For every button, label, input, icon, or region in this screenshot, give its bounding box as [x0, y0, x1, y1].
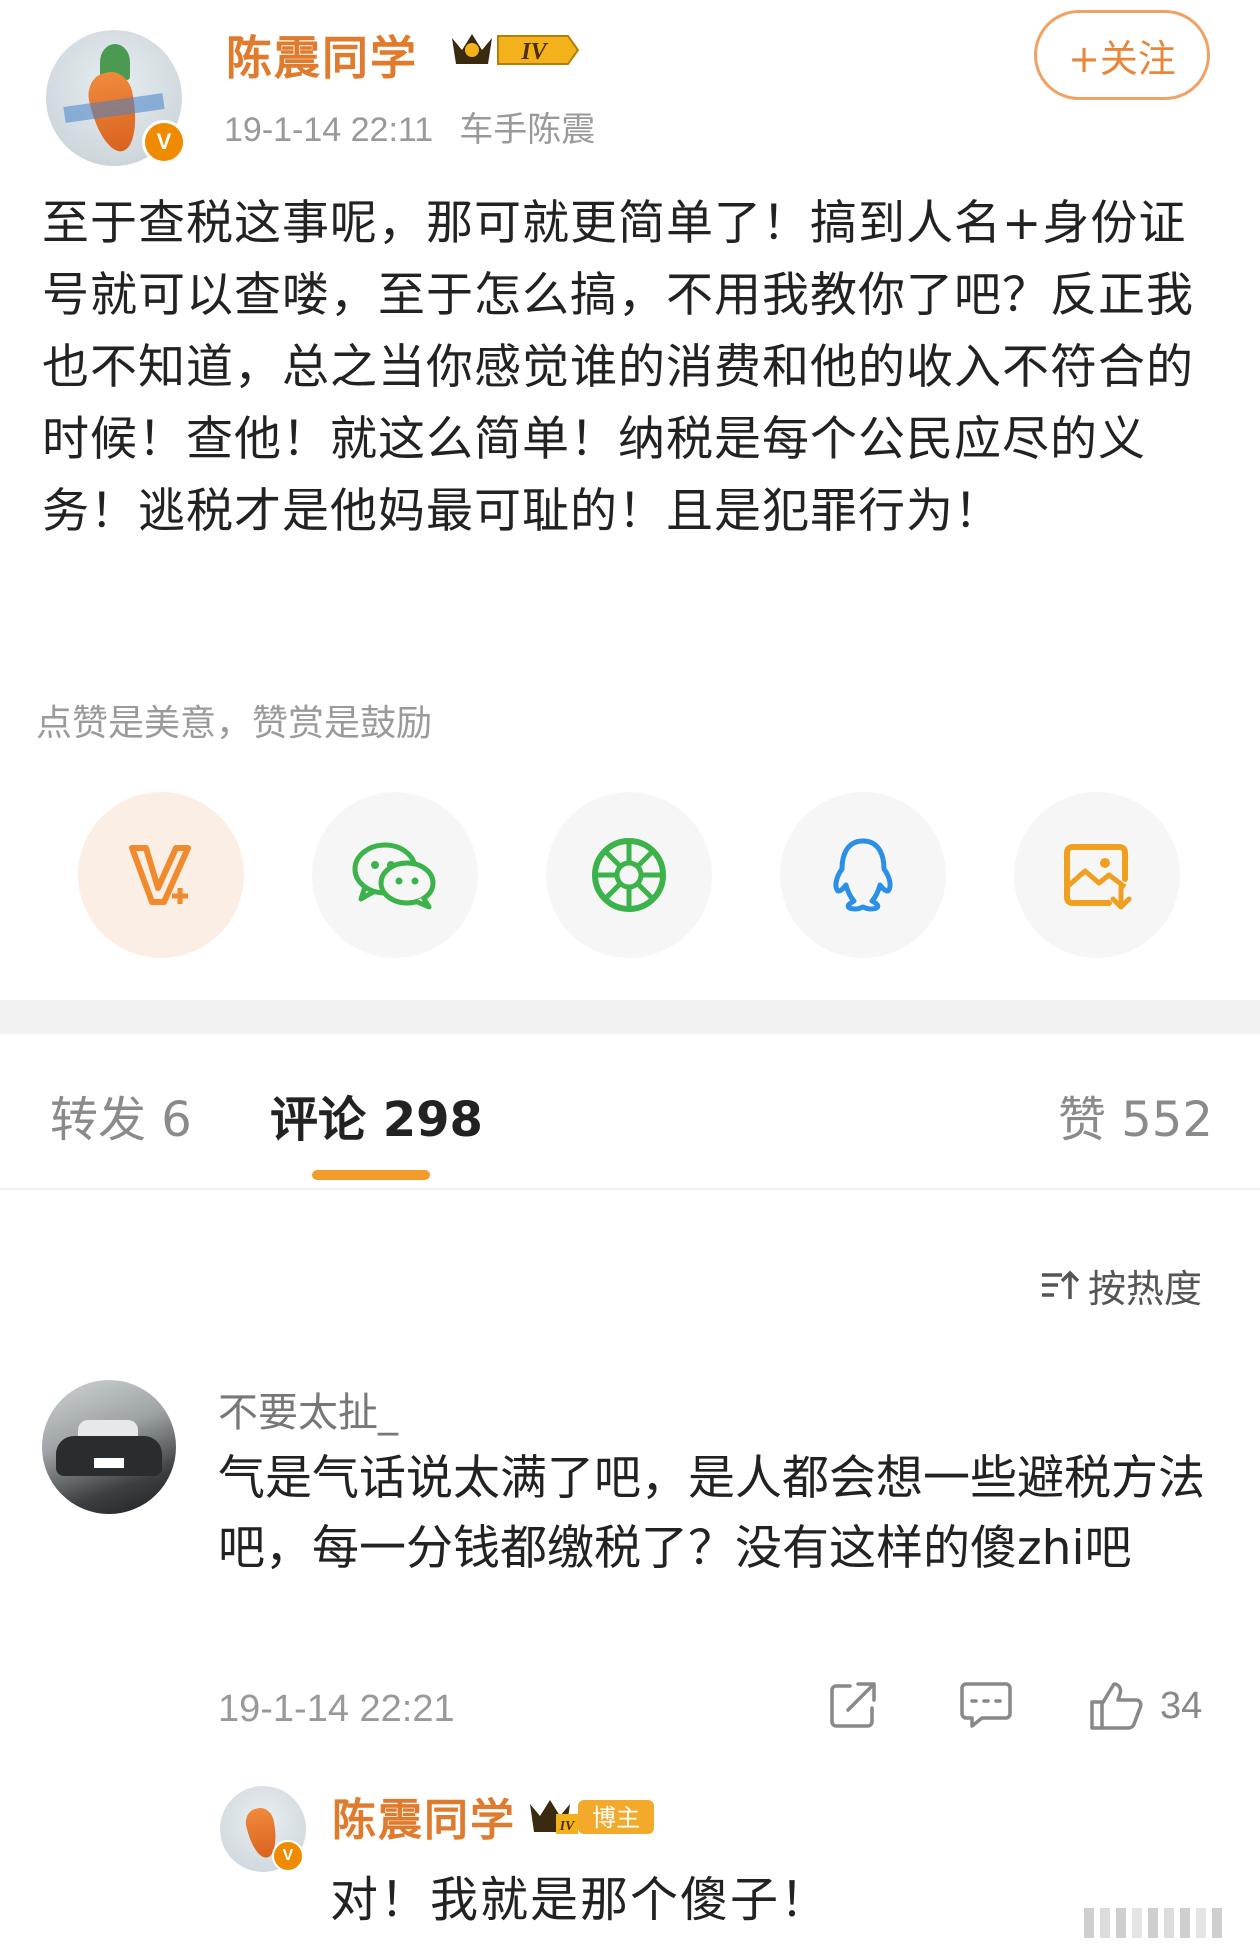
moments-icon: [592, 838, 666, 912]
share-out-icon: [830, 1682, 876, 1728]
level-text: IV: [520, 39, 548, 65]
avatar-car: [56, 1436, 162, 1476]
level-crown-badge: IV: [452, 34, 580, 65]
blogger-badge: IV 博主: [530, 1800, 654, 1834]
follow-button[interactable]: +关注: [1034, 10, 1210, 100]
watermark-graphic: [1084, 1908, 1222, 1938]
share-wechat-button[interactable]: [312, 792, 478, 958]
post-source[interactable]: 车手陈震: [459, 110, 595, 150]
active-tab-indicator: [312, 1170, 430, 1180]
save-image-icon: [1064, 844, 1132, 910]
commenter-name[interactable]: 不要太扯_: [218, 1380, 398, 1438]
comment-like-button[interactable]: 34: [1088, 1680, 1202, 1732]
wechat-icon: [352, 842, 436, 910]
comment-text: 气是气话说太满了吧，是人都会想一些避税方法吧，每一分钱都缴税了？没有这样的傻zh…: [218, 1451, 1205, 1576]
share-weibo-button[interactable]: [78, 792, 244, 958]
tab-reposts[interactable]: 转发 6: [50, 1080, 192, 1150]
tab-likes[interactable]: 赞 552: [1058, 1080, 1213, 1150]
weibo-vplus-icon: [129, 845, 191, 905]
verified-v-icon: V: [142, 120, 186, 164]
blogger-level-text: IV: [559, 1819, 576, 1834]
thumbs-up-icon: [1090, 1682, 1143, 1730]
section-divider: [0, 1000, 1260, 1034]
comment-reply-button[interactable]: [960, 1680, 1012, 1730]
post-body-text: 至于查税这事呢，那可就更简单了！搞到人名+身份证号就可以查喽，至于怎么搞，不用我…: [42, 196, 1194, 539]
post-meta: 19-1-14 22:11 车手陈震: [224, 102, 595, 151]
comment-time: 19-1-14 22:21: [218, 1688, 455, 1730]
avatar-car-plate: [94, 1458, 124, 1468]
share-qq-button[interactable]: [780, 792, 946, 958]
verified-v-icon: V: [272, 1840, 304, 1872]
blogger-badge-label: 博主: [592, 1804, 640, 1832]
save-image-button[interactable]: [1014, 792, 1180, 958]
sort-by-hot-button[interactable]: 按热度: [1040, 1258, 1202, 1313]
tabs-divider: [0, 1188, 1260, 1190]
share-moments-button[interactable]: [546, 792, 712, 958]
post-timestamp: 19-1-14 22:11: [224, 111, 434, 149]
tab-comments[interactable]: 评论 298: [270, 1080, 483, 1150]
like-count: 34: [1160, 1684, 1203, 1727]
sort-icon: [1042, 1270, 1080, 1299]
commenter-avatar[interactable]: [42, 1380, 176, 1514]
reply-author-name[interactable]: 陈震同学: [332, 1784, 516, 1848]
sort-label: 按热度: [1088, 1267, 1203, 1311]
comment-bubble-icon: [960, 1682, 1012, 1728]
reply-text: 对！我就是那个傻子！: [330, 1872, 831, 1928]
author-name[interactable]: 陈震同学: [226, 22, 418, 88]
comment-share-button[interactable]: [828, 1680, 878, 1730]
reward-tip: 点赞是美意，赞赏是鼓励: [36, 703, 433, 744]
qq-icon: [833, 838, 893, 912]
